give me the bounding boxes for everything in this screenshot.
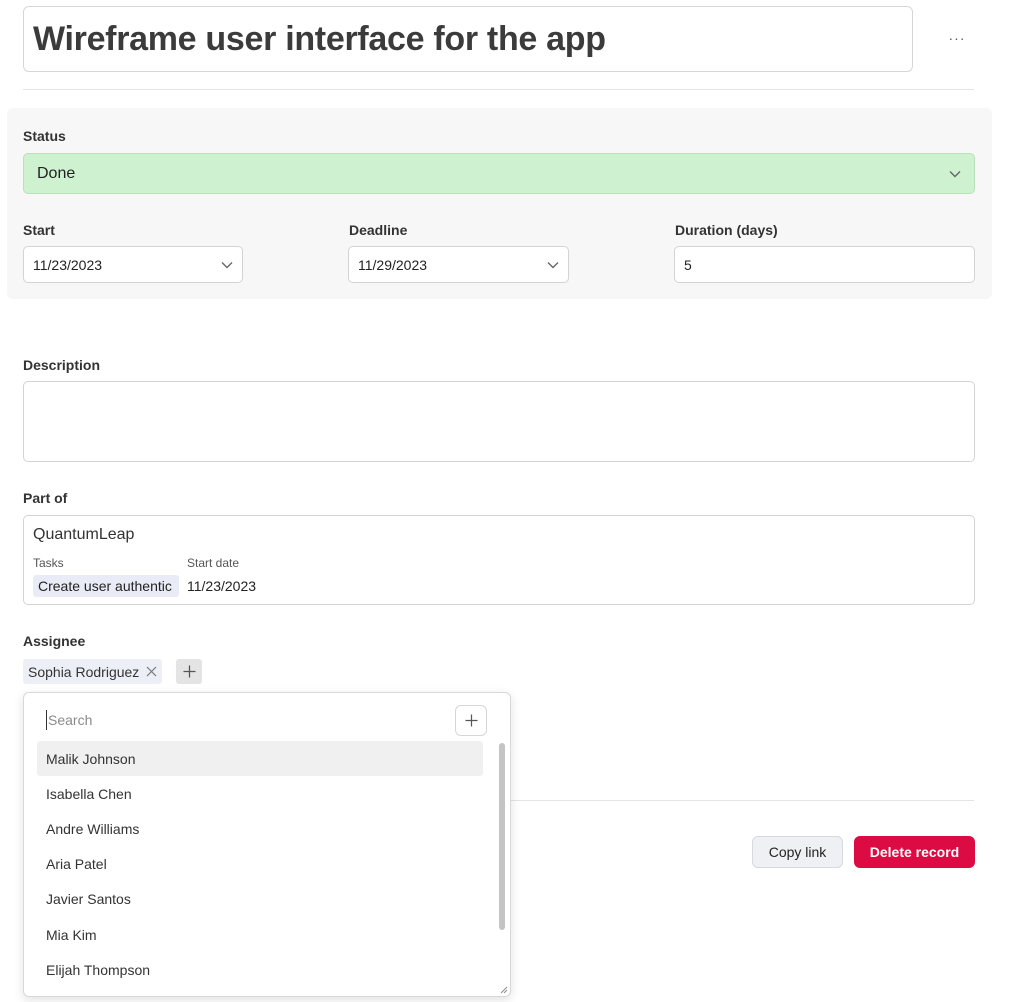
start-date-label: Start date	[187, 556, 240, 570]
list-item[interactable]: Andre Williams	[37, 811, 483, 846]
assignee-label: Assignee	[23, 633, 86, 649]
assignee-chip: Sophia Rodriguez	[23, 659, 163, 684]
list-item[interactable]: Malik Johnson	[37, 741, 483, 777]
chevron-down-icon	[949, 170, 961, 178]
copy-link-button[interactable]: Copy link	[752, 836, 843, 868]
list-item[interactable]: Aria Patel	[37, 847, 483, 882]
divider	[23, 89, 974, 90]
assignee-dropdown: Malik Johnson Isabella Chen Andre Willia…	[23, 692, 511, 997]
project-name: QuantumLeap	[33, 526, 135, 543]
plus-icon	[183, 665, 195, 678]
deadline-date-select[interactable]: 11/29/2023	[348, 246, 569, 283]
list-item[interactable]: Javier Santos	[37, 882, 483, 917]
description-textarea[interactable]	[23, 381, 975, 462]
task-chip[interactable]: Create user authentic	[33, 575, 179, 597]
record-title-field[interactable]: Wireframe user interface for the app	[23, 6, 913, 72]
person-list: Malik Johnson Isabella Chen Andre Willia…	[37, 741, 483, 987]
assignee-name: Sophia Rodriguez	[28, 663, 140, 680]
status-label: Status	[23, 128, 66, 144]
status-value: Done	[37, 164, 76, 182]
list-item[interactable]: Isabella Chen	[37, 776, 483, 811]
record-title: Wireframe user interface for the app	[33, 19, 606, 58]
deadline-label: Deadline	[349, 222, 408, 238]
list-item[interactable]: Elijah Thompson	[37, 952, 483, 987]
add-assignee-button[interactable]	[176, 659, 202, 684]
plus-icon	[465, 714, 477, 727]
start-date-value: 11/23/2023	[33, 256, 103, 273]
scrollbar[interactable]	[499, 743, 505, 930]
duration-input[interactable]: 5	[674, 246, 975, 283]
duration-value: 5	[684, 256, 692, 273]
start-date-value: 11/23/2023	[187, 578, 257, 594]
deadline-date-value: 11/29/2023	[358, 256, 428, 273]
add-person-button[interactable]	[455, 705, 487, 736]
status-select[interactable]: Done	[23, 153, 975, 194]
part-of-label: Part of	[23, 490, 68, 506]
chevron-down-icon	[221, 261, 233, 269]
divider	[510, 800, 974, 801]
close-icon[interactable]	[146, 666, 157, 677]
delete-record-button[interactable]: Delete record	[854, 836, 975, 868]
duration-label: Duration (days)	[675, 222, 778, 238]
description-label: Description	[23, 357, 101, 373]
tasks-label: Tasks	[33, 556, 64, 570]
chevron-down-icon	[547, 261, 559, 269]
list-item[interactable]: Mia Kim	[37, 917, 483, 952]
start-date-select[interactable]: 11/23/2023	[23, 246, 243, 283]
search-input[interactable]	[46, 710, 446, 730]
part-of-card[interactable]: QuantumLeap Tasks Create user authentic …	[23, 515, 975, 605]
start-label: Start	[23, 222, 55, 238]
more-options-button[interactable]: ···	[942, 24, 972, 52]
resize-handle-icon[interactable]	[500, 986, 508, 994]
